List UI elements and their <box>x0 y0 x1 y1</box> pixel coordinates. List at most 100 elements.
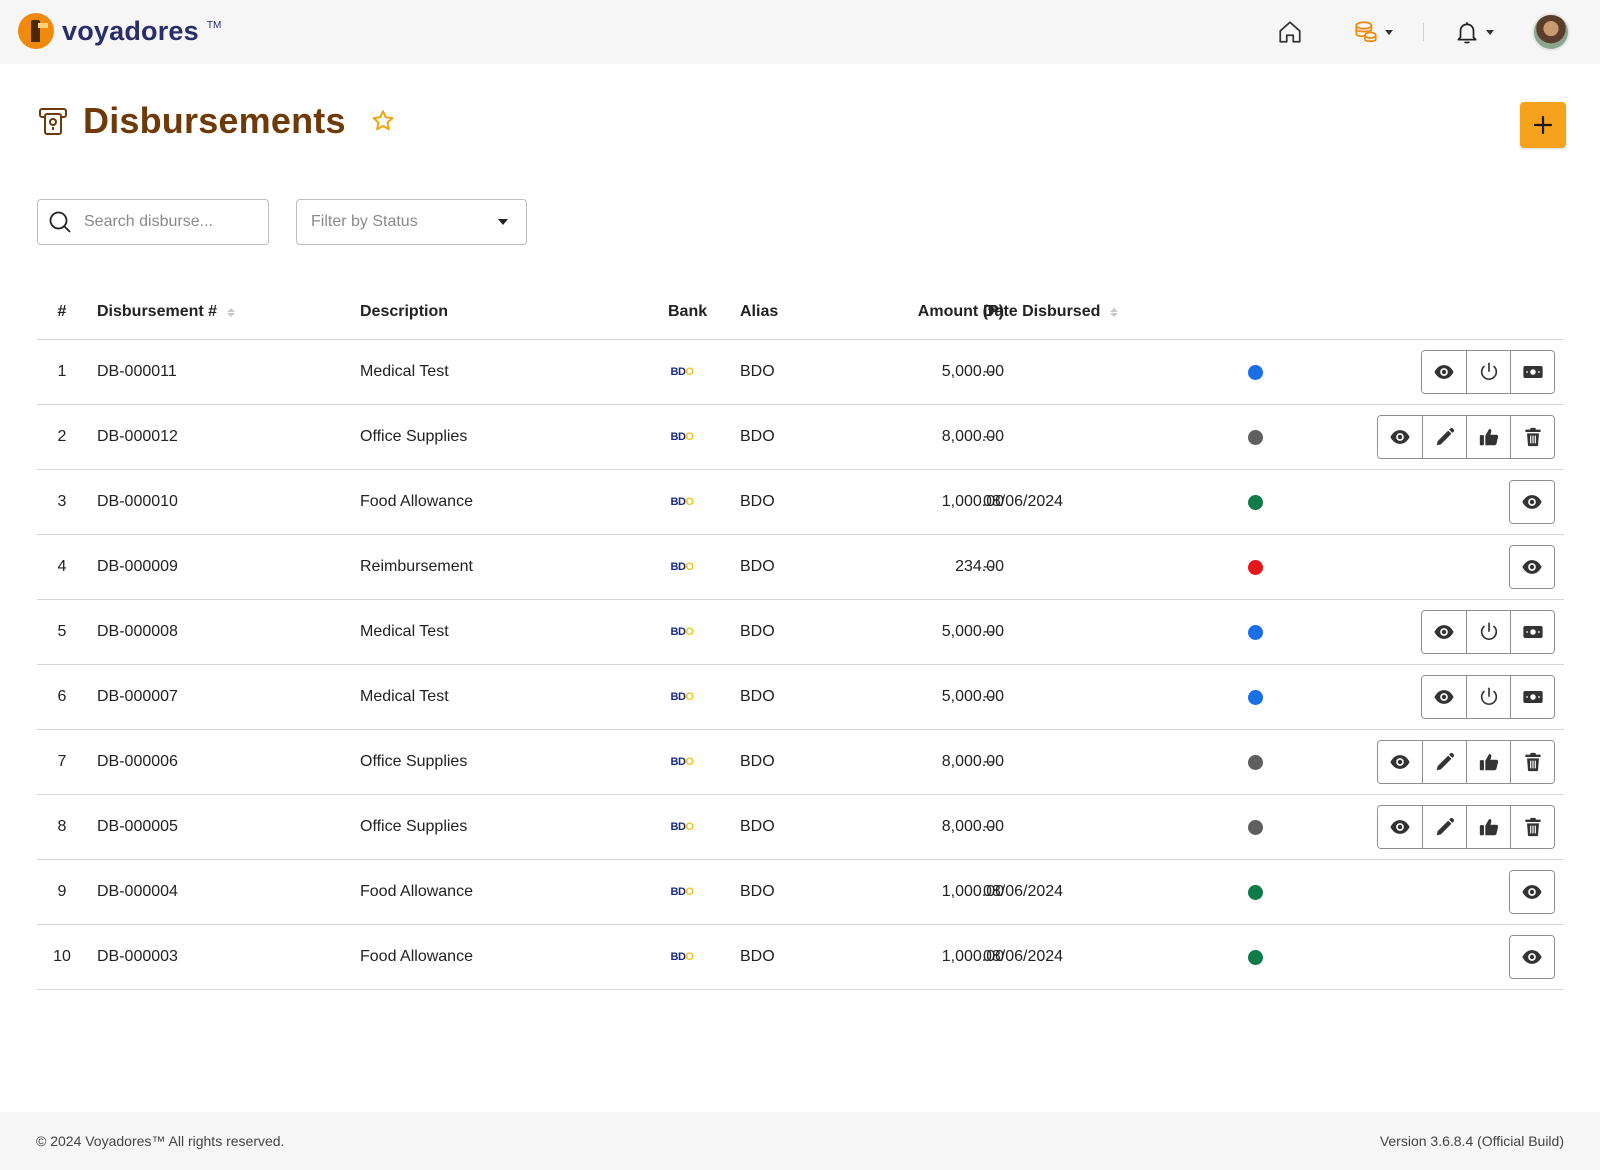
coins-menu-button[interactable] <box>1353 19 1393 45</box>
pencil-icon <box>1434 426 1456 448</box>
coins-icon <box>1355 21 1377 43</box>
search-field[interactable] <box>37 199 269 245</box>
notifications-button[interactable] <box>1454 19 1494 45</box>
view-button[interactable] <box>1378 741 1422 783</box>
table-row: 3 DB-000010 Food Allowance BDO BDO 1,000.00 08… <box>37 470 1564 535</box>
column-header-date[interactable]: Date Disbursed <box>983 284 1119 340</box>
status-dot <box>1248 429 1263 445</box>
view-button[interactable] <box>1422 611 1466 653</box>
bank-logo: BDO <box>657 860 707 924</box>
column-header-alias: Alias <box>740 284 778 340</box>
status-cell <box>1248 535 1263 599</box>
view-button[interactable] <box>1510 546 1554 588</box>
view-button[interactable] <box>1422 676 1466 718</box>
user-avatar[interactable] <box>1532 13 1570 51</box>
bdo-logo: BDO <box>670 691 694 703</box>
trash-icon <box>1522 751 1544 773</box>
top-navbar: voyadores TM <box>0 0 1600 64</box>
bdo-logo: BDO <box>670 561 694 573</box>
bank-logo: BDO <box>657 405 707 469</box>
brand[interactable]: voyadores TM <box>18 13 221 49</box>
view-button[interactable] <box>1510 936 1554 978</box>
thumbs-up-icon <box>1478 816 1500 838</box>
bank-logo: BDO <box>657 665 707 729</box>
table-body: 1 DB-000011 Medical Test BDO BDO 5,000.00 -- 2 D… <box>37 340 1564 990</box>
trash-icon <box>1522 816 1544 838</box>
toggle-power-button[interactable] <box>1466 676 1510 718</box>
eye-icon <box>1521 491 1543 513</box>
row-actions <box>1509 470 1555 534</box>
date-disbursed: -- <box>983 623 994 640</box>
delete-button[interactable] <box>1510 741 1554 783</box>
disbursement-number: DB-000006 <box>97 753 178 770</box>
disbursements-table: # Disbursement # Description Bank Alias … <box>37 284 1564 990</box>
approve-button[interactable] <box>1466 741 1510 783</box>
description: Food Allowance <box>360 883 473 900</box>
sort-icon <box>1110 307 1119 317</box>
brand-trademark: TM <box>206 19 222 31</box>
search-input[interactable] <box>84 213 254 231</box>
plus-icon <box>1533 115 1553 135</box>
status-filter-placeholder: Filter by Status <box>311 213 418 230</box>
action-button-group <box>1509 935 1555 979</box>
view-button[interactable] <box>1378 416 1422 458</box>
amount: 1,000.00 <box>941 883 1004 900</box>
bdo-logo: BDO <box>670 431 694 443</box>
toggle-power-button[interactable] <box>1466 611 1510 653</box>
approve-button[interactable] <box>1466 416 1510 458</box>
row-number: 1 <box>57 363 67 380</box>
alias: BDO <box>740 558 775 575</box>
table-row: 6 DB-000007 Medical Test BDO BDO 5,000.00 -- <box>37 665 1564 730</box>
bdo-logo: BDO <box>670 756 694 768</box>
description: Office Supplies <box>360 753 468 770</box>
eye-icon <box>1521 946 1543 968</box>
date-disbursed: 08/06/2024 <box>983 948 1064 965</box>
amount: 234.00 <box>955 558 1004 575</box>
action-button-group <box>1509 545 1555 589</box>
home-button[interactable] <box>1277 19 1303 45</box>
table-row: 4 DB-000009 Reimbursement BDO BDO 234.00 -- <box>37 535 1564 600</box>
status-cell <box>1248 405 1263 469</box>
view-button[interactable] <box>1510 871 1554 913</box>
action-button-group <box>1509 870 1555 914</box>
column-label: Date Disbursed <box>983 303 1101 320</box>
bank-logo: BDO <box>657 925 707 989</box>
view-button[interactable] <box>1378 806 1422 848</box>
bank-logo: BDO <box>657 340 707 404</box>
alias: BDO <box>740 948 775 965</box>
row-number: 5 <box>57 623 67 640</box>
row-number: 3 <box>57 493 67 510</box>
row-actions <box>1421 600 1555 664</box>
disbursement-number: DB-000004 <box>97 883 178 900</box>
disburse-cash-button[interactable] <box>1510 351 1554 393</box>
status-dot <box>1248 819 1263 835</box>
description: Food Allowance <box>360 493 473 510</box>
delete-button[interactable] <box>1510 806 1554 848</box>
description: Medical Test <box>360 363 449 380</box>
view-button[interactable] <box>1510 481 1554 523</box>
toggle-power-button[interactable] <box>1466 351 1510 393</box>
add-disbursement-button[interactable] <box>1520 102 1566 148</box>
eye-icon <box>1389 816 1411 838</box>
amount: 1,000.00 <box>941 948 1004 965</box>
column-label: Disbursement # <box>97 303 218 320</box>
status-dot <box>1248 949 1263 965</box>
star-icon[interactable] <box>370 108 396 134</box>
edit-button[interactable] <box>1422 806 1466 848</box>
nav-actions <box>1277 13 1570 51</box>
approve-button[interactable] <box>1466 806 1510 848</box>
disburse-cash-button[interactable] <box>1510 676 1554 718</box>
row-number: 8 <box>57 818 67 835</box>
delete-button[interactable] <box>1510 416 1554 458</box>
disburse-cash-button[interactable] <box>1510 611 1554 653</box>
page-title: Disbursements <box>83 100 346 141</box>
edit-button[interactable] <box>1422 741 1466 783</box>
edit-button[interactable] <box>1422 416 1466 458</box>
table-row: 2 DB-000012 Office Supplies BDO BDO 8,000.00-… <box>37 405 1564 470</box>
column-header-disbursement[interactable]: Disbursement # <box>97 284 236 340</box>
status-filter-select[interactable]: Filter by Status <box>296 199 527 245</box>
chevron-down-icon <box>1486 29 1494 35</box>
view-button[interactable] <box>1422 351 1466 393</box>
description: Office Supplies <box>360 818 468 835</box>
power-icon <box>1478 686 1500 708</box>
